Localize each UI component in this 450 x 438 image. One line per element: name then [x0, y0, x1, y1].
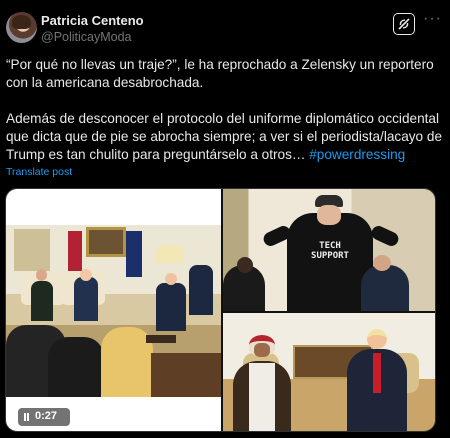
author-handle[interactable]: @PoliticayModa [41, 30, 132, 44]
more-icon[interactable]: ··· [423, 11, 441, 30]
author-name[interactable]: Patricia Centeno [41, 13, 144, 28]
media-grid[interactable]: 0:27 TECH SUPPORT [5, 188, 436, 432]
video-controls[interactable]: 0:27 [18, 408, 70, 426]
shirt-text: TECH SUPPORT [311, 241, 349, 261]
video-timestamp: 0:27 [35, 410, 58, 422]
video-panel[interactable]: 0:27 [6, 189, 221, 431]
post-text-paragraph-1: “Por qué no llevas un traje?”, le ha rep… [6, 57, 434, 90]
photo-tech-support[interactable]: TECH SUPPORT [223, 189, 435, 311]
hashtag-link[interactable]: #powerdressing [309, 147, 405, 162]
translate-post-link[interactable]: Translate post [6, 166, 72, 178]
photo-oval-office-meeting[interactable] [223, 313, 435, 431]
post-text-paragraph-2: Además de desconocer el protocolo del un… [6, 110, 442, 164]
post: Patricia Centeno @PoliticayModa ··· “Por… [0, 0, 450, 438]
pause-icon[interactable] [24, 413, 26, 421]
oval-office-video-frame [6, 225, 221, 397]
avatar[interactable] [6, 12, 37, 43]
grok-icon[interactable] [393, 13, 415, 35]
